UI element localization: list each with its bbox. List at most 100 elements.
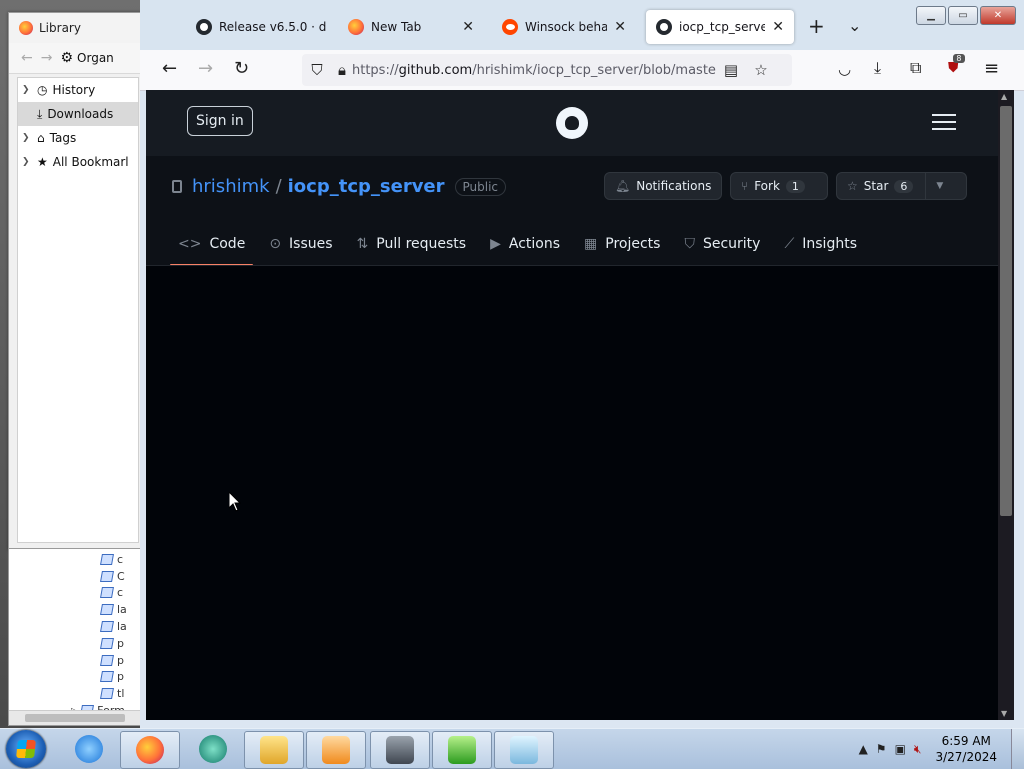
shield-icon: ⛉: [684, 236, 695, 252]
taskbar-task-switcher[interactable]: [370, 731, 430, 769]
system-tray: ▲ ⚑ ▣ 🔇︎ 6:59 AM 3/27/2024: [855, 729, 1024, 769]
new-tab-button[interactable]: +: [808, 14, 825, 38]
repo-icon: [172, 180, 182, 193]
tree-item-history[interactable]: ❯ ◷ History: [18, 78, 138, 102]
repo-owner-link[interactable]: hrishimk: [192, 176, 270, 197]
list-item[interactable]: c: [9, 585, 143, 602]
star-button[interactable]: ☆ Star 6 ▼: [836, 172, 967, 200]
app-menu-icon[interactable]: ≡: [984, 58, 999, 79]
graph-icon: ⟋: [784, 236, 795, 252]
star-icon: ☆: [847, 179, 858, 193]
tab-projects[interactable]: ▦ Projects: [576, 226, 668, 262]
minimize-button[interactable]: ▁: [916, 6, 946, 25]
notifications-button[interactable]: 🔔︎ Notifications: [604, 172, 722, 200]
tab-pull-requests[interactable]: ⇅ Pull requests: [349, 226, 475, 262]
navigation-bar: ← → ↻ ⛉ 🔒︎ https://github.com/hrishimk/i…: [140, 50, 1024, 91]
network-icon[interactable]: ▣: [895, 742, 906, 756]
sign-in-button[interactable]: Sign in: [187, 106, 253, 136]
back-arrow-icon[interactable]: ←: [21, 50, 33, 66]
fork-button[interactable]: ⑂ Fork 1: [730, 172, 828, 200]
taskbar-notepad[interactable]: [494, 731, 554, 769]
ublock-origin-icon[interactable]: ⛊ 8: [948, 54, 965, 76]
firefox-window[interactable]: Release v6.5.0 · dr New Tab ✕ Winsock be…: [140, 0, 1024, 728]
tab-list-button[interactable]: ⌄: [848, 16, 861, 35]
url-text[interactable]: https://github.com/hrishimk/iocp_tcp_ser…: [352, 63, 716, 78]
tab-new-tab[interactable]: New Tab ✕: [338, 10, 484, 44]
horizontal-scrollbar[interactable]: [9, 710, 143, 725]
library-tree[interactable]: ❯ ◷ History ⤓ Downloads ❯ ⌂ Tags ❯ ★ All…: [17, 77, 139, 543]
show-desktop-button[interactable]: [1011, 729, 1024, 769]
list-item[interactable]: p: [9, 669, 143, 686]
tab-winsock[interactable]: Winsock behavio ✕: [492, 10, 636, 44]
download-icon[interactable]: ⤓: [874, 58, 881, 78]
url-bar[interactable]: ⛉ 🔒︎ https://github.com/hrishimk/iocp_tc…: [302, 54, 792, 86]
organize-button[interactable]: ⚙ Organ: [60, 50, 113, 66]
shield-icon[interactable]: ⛉: [302, 61, 332, 79]
repo-name-link[interactable]: iocp_tcp_server: [288, 176, 445, 197]
vertical-scrollbar[interactable]: ▲ ▼: [998, 90, 1014, 720]
expand-arrow-icon[interactable]: ❯: [22, 157, 32, 167]
taskbar-app-green[interactable]: [184, 731, 242, 767]
close-tab-icon[interactable]: ✕: [614, 19, 626, 35]
taskbar-notepad-plus-plus[interactable]: [432, 731, 492, 769]
list-item[interactable]: c: [9, 551, 143, 568]
show-hidden-icons-arrow-icon[interactable]: ▲: [859, 742, 868, 756]
taskbar-media-player[interactable]: [306, 731, 366, 769]
pull-request-icon: ⇅: [356, 236, 369, 252]
reddit-favicon-icon: [502, 19, 518, 35]
reload-button[interactable]: ↻: [234, 58, 249, 79]
scrollbar-thumb[interactable]: [1000, 106, 1012, 516]
scroll-up-arrow-icon[interactable]: ▲: [1001, 92, 1007, 101]
tab-release[interactable]: Release v6.5.0 · dr: [186, 10, 336, 44]
tab-code[interactable]: <> Code: [170, 226, 254, 266]
scrollbar-thumb[interactable]: [25, 714, 125, 722]
taskbar-file-explorer[interactable]: [244, 731, 304, 769]
file-icon: [100, 688, 114, 700]
taskbar-internet-explorer[interactable]: [60, 731, 118, 767]
close-tab-icon[interactable]: ✕: [462, 19, 474, 35]
start-button[interactable]: [6, 730, 46, 768]
list-item[interactable]: p: [9, 652, 143, 669]
tree-item-all-bookmarks[interactable]: ❯ ★ All Bookmarl: [18, 150, 138, 174]
tree-item-downloads[interactable]: ⤓ Downloads: [18, 102, 138, 126]
code-icon: <>: [178, 236, 202, 252]
taskbar-firefox[interactable]: [120, 731, 180, 769]
forward-arrow-icon[interactable]: →: [41, 50, 53, 66]
library-window[interactable]: Library ← → ⚙ Organ ❯ ◷ History ⤓ Downlo…: [8, 12, 150, 550]
list-item[interactable]: la: [9, 618, 143, 635]
separator: /: [275, 176, 282, 197]
close-tab-icon[interactable]: ✕: [772, 19, 784, 35]
tab-security[interactable]: ⛉ Security: [676, 226, 768, 262]
lock-icon[interactable]: 🔒︎: [332, 61, 352, 79]
close-window-button[interactable]: ✕: [980, 6, 1016, 25]
tab-iocp-tcp-server[interactable]: iocp_tcp_server/s ✕: [646, 10, 794, 44]
volume-muted-icon[interactable]: 🔇︎: [914, 742, 922, 757]
expand-arrow-icon[interactable]: ❯: [22, 85, 32, 95]
star-dropdown-caret-icon[interactable]: ▼: [925, 173, 943, 199]
forward-button[interactable]: →: [198, 58, 213, 79]
tab-insights[interactable]: ⟋ Insights: [776, 226, 865, 262]
maximize-button[interactable]: ▭: [948, 6, 978, 25]
expand-arrow-icon[interactable]: ❯: [22, 133, 32, 143]
bookmark-star-icon[interactable]: ☆: [746, 61, 776, 79]
scroll-down-arrow-icon[interactable]: ▼: [1001, 709, 1007, 718]
tab-issues[interactable]: ⊙ Issues: [261, 226, 340, 262]
extensions-icon[interactable]: ⧉: [910, 58, 921, 78]
back-button[interactable]: ←: [162, 58, 177, 79]
list-item[interactable]: p: [9, 635, 143, 652]
clock[interactable]: 6:59 AM 3/27/2024: [935, 733, 997, 765]
github-logo-icon[interactable]: [556, 107, 588, 139]
list-item[interactable]: la: [9, 601, 143, 618]
library-titlebar[interactable]: Library: [9, 13, 149, 43]
tab-strip: Release v6.5.0 · dr New Tab ✕ Winsock be…: [140, 0, 1024, 50]
list-item[interactable]: tl: [9, 685, 143, 702]
hamburger-menu-icon[interactable]: [932, 114, 956, 135]
tab-actions[interactable]: ▶ Actions: [482, 226, 568, 262]
tree-item-tags[interactable]: ❯ ⌂ Tags: [18, 126, 138, 150]
reader-view-icon[interactable]: ▤: [716, 61, 746, 79]
action-center-flag-icon[interactable]: ⚑: [876, 742, 887, 756]
table-icon: ▦: [584, 236, 598, 252]
list-item[interactable]: C: [9, 568, 143, 585]
bell-icon: 🔔︎: [615, 179, 631, 193]
pocket-icon[interactable]: ◡: [838, 60, 851, 78]
